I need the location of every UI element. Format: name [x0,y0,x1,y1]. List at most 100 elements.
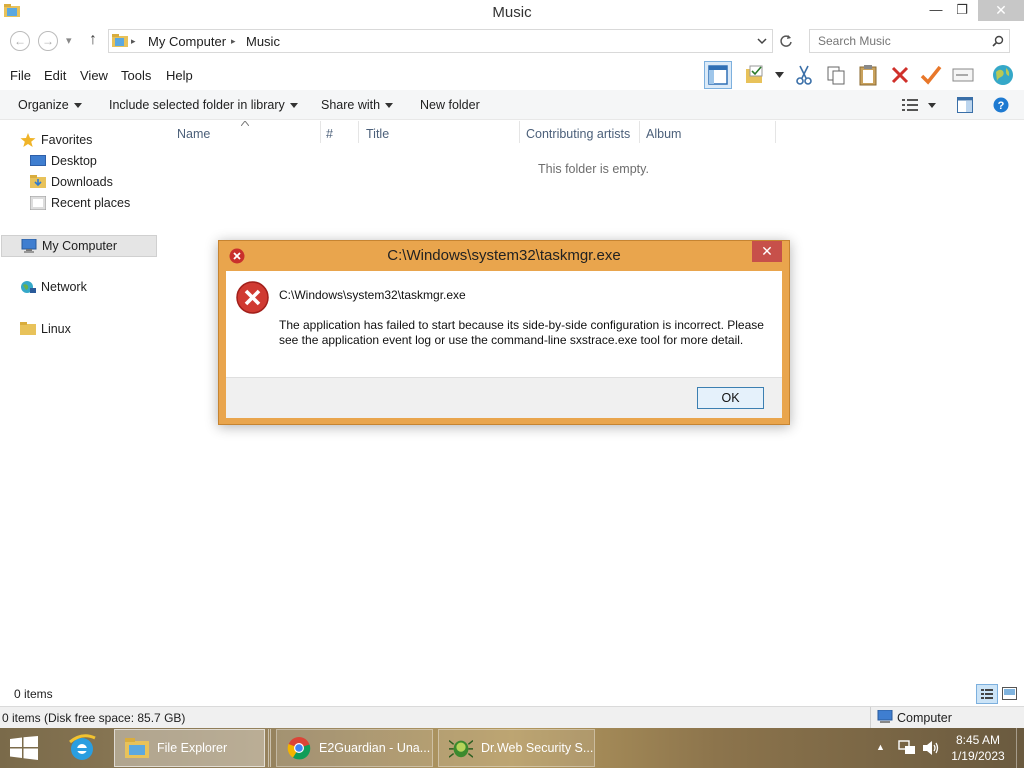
column-divider[interactable] [639,121,640,143]
dialog-path: C:\Windows\system32\taskmgr.exe [279,288,466,302]
column-header-album[interactable]: Album [646,127,681,141]
nav-favorites-label: Favorites [41,133,93,147]
details-view-icon[interactable] [976,684,998,704]
taskbar-drweb[interactable]: Dr.Web Security S... [438,729,595,767]
search-field[interactable] [809,29,1010,53]
nav-favorites[interactable]: Favorites [20,133,92,147]
menu-tools[interactable]: Tools [121,68,151,83]
chevron-down-icon[interactable] [928,103,936,108]
column-divider[interactable] [775,121,776,143]
computer-icon [21,239,37,253]
dialog-title: C:\Windows\system32\taskmgr.exe [387,247,621,264]
breadcrumb-music[interactable]: Music [246,34,280,49]
chevron-down-icon[interactable] [757,38,767,45]
dialog-message: The application has failed to start beca… [279,318,764,347]
show-desktop-button[interactable] [1016,728,1024,768]
taskbar-chrome[interactable]: E2Guardian - Una... [276,729,433,767]
show-hidden-icons-button[interactable]: ▲ [876,742,885,752]
column-header-title[interactable]: Title [366,127,389,141]
recent-locations-button[interactable]: ▾ [66,34,72,47]
dialog-footer: OK [226,377,782,418]
nav-network-label: Network [41,280,87,294]
network-tray-icon[interactable] [898,740,916,756]
breadcrumb-separator[interactable]: ▸ [131,36,136,47]
start-button[interactable] [10,736,38,763]
minimize-button[interactable]: — [922,0,950,21]
folder-icon [112,34,128,47]
help-icon[interactable]: ? [993,97,1009,113]
nav-downloads[interactable]: Downloads [30,175,113,189]
ok-button[interactable]: OK [697,387,764,409]
preview-pane-icon[interactable] [957,97,973,113]
address-bar[interactable]: ▸ My Computer ▸ Music [108,29,773,53]
column-header-number[interactable]: # [326,127,333,141]
globe-icon[interactable] [989,61,1017,89]
chevron-down-icon[interactable] [775,72,784,78]
search-input[interactable] [818,34,988,48]
large-icons-view-icon[interactable] [1002,687,1017,700]
dialog-body: C:\Windows\system32\taskmgr.exe The appl… [226,271,782,377]
nav-linux[interactable]: Linux [20,322,71,336]
menu-help[interactable]: Help [166,68,193,83]
restore-button[interactable]: ❐ [948,0,976,21]
chrome-icon [287,737,311,760]
item-count: 0 items [14,687,53,701]
menu-view[interactable]: View [80,68,108,83]
status-bar: 0 items [0,682,1024,706]
nav-my-computer[interactable]: My Computer [1,235,157,257]
nav-recent-places-label: Recent places [51,196,131,210]
include-in-library-button[interactable]: Include selected folder in library [109,98,298,112]
column-header-name[interactable]: Name [177,127,210,141]
nav-desktop[interactable]: Desktop [30,154,97,168]
empty-folder-message: This folder is empty. [538,162,649,176]
close-button[interactable]: ✕ [978,0,1024,21]
folder-check-icon[interactable] [742,61,770,89]
taskbar-file-explorer[interactable]: File Explorer [114,729,265,767]
location-zone: Computer [897,711,952,725]
search-icon[interactable] [992,35,1004,47]
command-bar: Organize Include selected folder in libr… [0,90,1024,120]
refresh-icon[interactable] [779,34,793,48]
cut-icon[interactable] [790,61,818,89]
new-folder-button[interactable]: New folder [420,98,480,112]
taskbar-file-explorer-label: File Explorer [157,741,228,755]
organize-button[interactable]: Organize [18,98,82,112]
volume-icon[interactable] [922,740,940,756]
menu-edit[interactable]: Edit [44,68,66,83]
breadcrumb-my-computer[interactable]: My Computer [148,34,226,49]
column-divider[interactable] [320,121,321,143]
clock-date: 1/19/2023 [951,749,1005,763]
properties-icon[interactable] [949,61,977,89]
column-divider[interactable] [358,121,359,143]
clock-time: 8:45 AM [955,733,1001,747]
checkmark-icon[interactable] [917,61,945,89]
forward-button[interactable]: → [38,31,58,51]
breadcrumb-separator[interactable]: ▸ [231,36,236,47]
copy-icon[interactable] [822,61,850,89]
column-header-contributing-artists[interactable]: Contributing artists [526,127,630,141]
delete-icon[interactable] [886,61,914,89]
view-options-icon[interactable] [902,98,918,112]
nav-network[interactable]: Network [20,280,87,294]
paste-icon[interactable] [854,61,882,89]
layout-icon[interactable] [704,61,732,89]
taskbar-chrome-label: E2Guardian - Una... [319,741,431,755]
column-divider[interactable] [519,121,520,143]
nav-desktop-label: Desktop [51,154,97,168]
nav-linux-label: Linux [41,322,71,336]
taskbar-separator [268,729,271,767]
menu-file[interactable]: File [10,68,31,83]
internet-explorer-button[interactable] [62,730,102,766]
back-button[interactable]: ← [10,31,30,51]
status-divider [870,707,871,728]
internet-explorer-icon [69,734,96,760]
window-title: Music [492,4,532,21]
up-button[interactable]: ↑ [89,31,97,49]
share-with-button[interactable]: Share with [321,98,394,112]
navigation-pane: Favorites Desktop Downloads Recent place… [0,121,158,682]
clock[interactable]: 8:45 AM 1/19/2023 [946,732,1010,764]
dialog-close-button[interactable]: ✕ [752,241,782,262]
nav-recent-places[interactable]: Recent places [30,196,130,210]
recent-places-icon [30,196,46,210]
window-titlebar: Music — ❐ ✕ [0,0,1024,24]
